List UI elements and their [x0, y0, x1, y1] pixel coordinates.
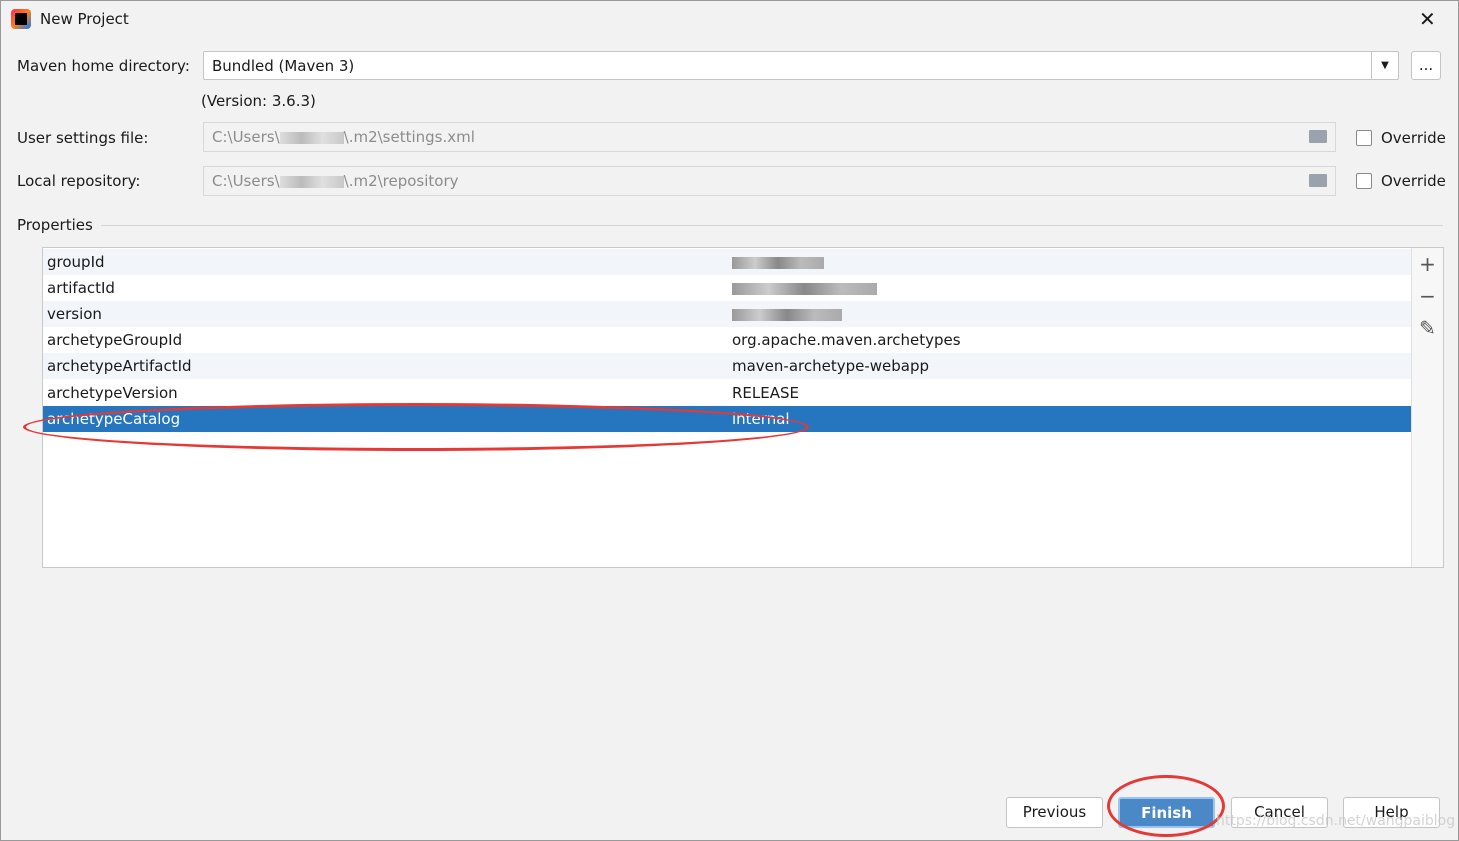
- folder-icon[interactable]: [1309, 130, 1327, 143]
- annotation-circle: [23, 403, 809, 451]
- property-key: archetypeVersion: [47, 384, 178, 402]
- maven-home-value: Bundled (Maven 3): [212, 57, 355, 75]
- redacted-username: [279, 131, 344, 144]
- property-value: maven-archetype-webapp: [732, 357, 930, 375]
- window-title: New Project: [40, 10, 129, 28]
- local-repo-override-checkbox[interactable]: [1356, 173, 1372, 189]
- chevron-down-icon[interactable]: ▼: [1371, 52, 1398, 79]
- property-value: org.apache.maven.archetypes: [732, 331, 961, 349]
- intellij-logo-icon: [11, 9, 31, 29]
- user-settings-label: User settings file:: [17, 129, 149, 147]
- table-row[interactable]: archetypeVersion RELEASE: [43, 380, 1412, 406]
- local-repo-label: Local repository:: [17, 172, 141, 190]
- table-row[interactable]: archetypeArtifactId maven-archetype-webap…: [43, 353, 1412, 379]
- maven-version: (Version: 3.6.3): [201, 92, 316, 110]
- table-row[interactable]: version: [43, 301, 1412, 327]
- property-value-redacted: [732, 275, 877, 301]
- watermark: https://blog.csdn.net/wangpaiblog: [1216, 813, 1456, 829]
- path-prefix: C:\Users\: [212, 128, 280, 146]
- override-label: Override: [1381, 172, 1446, 190]
- property-key: archetypeGroupId: [47, 331, 183, 349]
- browse-button[interactable]: ...: [1411, 51, 1441, 80]
- property-key: archetypeArtifactId: [47, 357, 192, 375]
- edit-icon[interactable]: ✎: [1412, 312, 1443, 344]
- property-key: version: [47, 305, 102, 323]
- add-icon[interactable]: +: [1412, 248, 1443, 280]
- properties-label: Properties: [17, 216, 93, 234]
- property-value-redacted: [732, 301, 842, 327]
- path-prefix: C:\Users\: [212, 172, 280, 190]
- annotation-circle: [1107, 775, 1225, 837]
- local-repo-field[interactable]: C:\Users\ \.m2\repository: [203, 166, 1336, 196]
- property-value: RELEASE: [732, 384, 799, 402]
- user-settings-override-checkbox[interactable]: [1356, 130, 1372, 146]
- path-suffix: \.m2\settings.xml: [343, 128, 475, 146]
- override-label: Override: [1381, 129, 1446, 147]
- close-icon[interactable]: ✕: [1419, 7, 1436, 31]
- redacted-username: [279, 175, 344, 188]
- table-toolbar: + − ✎: [1411, 248, 1443, 567]
- user-settings-field[interactable]: C:\Users\ \.m2\settings.xml: [203, 122, 1336, 152]
- previous-button[interactable]: Previous: [1006, 797, 1103, 828]
- path-suffix: \.m2\repository: [343, 172, 459, 190]
- property-key: artifactId: [47, 279, 115, 297]
- property-value-redacted: [732, 249, 824, 275]
- property-key: groupId: [47, 253, 105, 271]
- maven-home-select[interactable]: Bundled (Maven 3) ▼: [203, 51, 1399, 80]
- table-row[interactable]: artifactId: [43, 275, 1412, 301]
- maven-home-label: Maven home directory:: [17, 57, 190, 75]
- folder-icon[interactable]: [1309, 174, 1327, 187]
- divider: [101, 225, 1443, 226]
- remove-icon[interactable]: −: [1412, 280, 1443, 312]
- table-row[interactable]: archetypeGroupId org.apache.maven.archety…: [43, 327, 1412, 353]
- table-row[interactable]: groupId: [43, 249, 1412, 275]
